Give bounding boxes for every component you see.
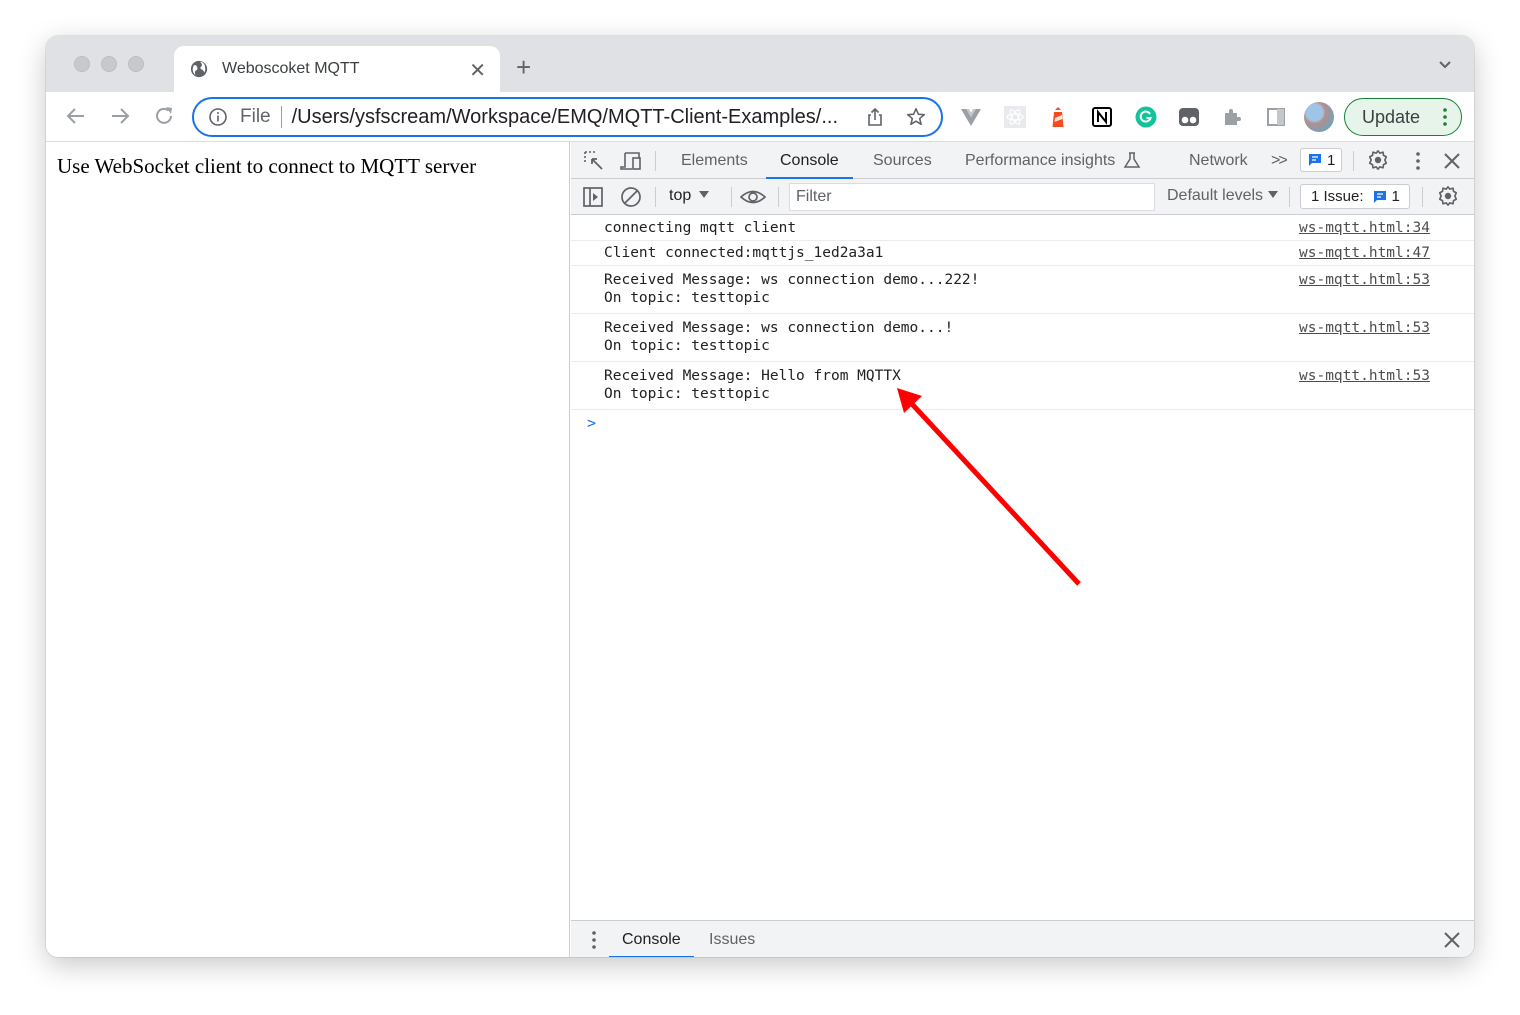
more-vertical-icon[interactable] <box>1443 108 1447 126</box>
clear-console-icon[interactable] <box>620 186 642 208</box>
issues-label: 1 Issue: <box>1311 188 1364 205</box>
console-message: Received Message: ws connection demo...2… <box>571 266 1474 314</box>
issues-button[interactable]: 1 Issue: 1 <box>1300 184 1410 209</box>
drawer-tab-issues[interactable]: Issues <box>709 921 755 957</box>
source-link[interactable]: ws-mqtt.html:53 <box>1299 319 1430 337</box>
settings-gear-icon[interactable] <box>1367 149 1389 171</box>
log-levels-dropdown[interactable]: Default levels <box>1167 187 1279 205</box>
lighthouse-icon[interactable] <box>1047 106 1069 128</box>
message-icon <box>1373 190 1386 203</box>
url-text[interactable]: /Users/ysfscream/Workspace/EMQ/MQTT-Clie… <box>292 106 838 129</box>
filter-placeholder: Filter <box>796 188 832 205</box>
divider <box>655 187 656 207</box>
live-expression-eye-icon[interactable] <box>740 186 766 208</box>
divider <box>655 151 656 171</box>
context-label: top <box>669 187 692 204</box>
console-message: connecting mqtt client ws-mqtt.html:34 <box>571 216 1474 241</box>
log-levels-label: Default levels <box>1167 187 1264 204</box>
message-icon <box>1309 154 1321 166</box>
drawer-bar: Console Issues <box>571 920 1474 957</box>
source-link[interactable]: ws-mqtt.html:53 <box>1299 367 1430 385</box>
browser-tab[interactable]: Weboscoket MQTT ✕ <box>174 46 500 92</box>
dropdown-caret-icon <box>699 191 710 198</box>
profile-avatar[interactable] <box>1304 102 1334 132</box>
device-toolbar-icon[interactable] <box>620 150 642 172</box>
divider <box>778 187 779 207</box>
console-message-text: On topic: testtopic <box>604 338 770 354</box>
divider <box>731 187 732 207</box>
divider <box>1289 187 1290 207</box>
context-selector[interactable]: top <box>669 187 710 205</box>
update-button[interactable]: Update <box>1344 98 1462 136</box>
react-devtools-icon[interactable] <box>1004 106 1026 128</box>
forward-arrow-icon[interactable] <box>108 104 132 128</box>
console-message: Received Message: ws connection demo...!… <box>571 314 1474 362</box>
devtools-tab-bar: Elements Console Sources Performance ins… <box>571 142 1474 179</box>
divider <box>280 106 282 128</box>
dropdown-caret-icon <box>1268 191 1279 198</box>
divider <box>1353 151 1354 171</box>
issues-count: 1 <box>1391 188 1400 205</box>
console-message: Client connected:mqttjs_1ed2a3a1 ws-mqtt.… <box>571 241 1474 266</box>
side-panel-icon[interactable] <box>1265 106 1287 128</box>
inspect-element-icon[interactable] <box>583 150 605 172</box>
drawer-tab-console[interactable]: Console <box>609 921 694 957</box>
globe-icon <box>190 60 208 78</box>
console-toolbar: top Filter Default levels 1 Issue: 1 <box>571 179 1474 215</box>
vue-devtools-icon[interactable] <box>960 106 982 128</box>
reload-icon[interactable] <box>152 104 176 128</box>
page-heading: Use WebSocket client to connect to MQTT … <box>57 154 477 178</box>
new-tab-button[interactable]: + <box>516 54 531 80</box>
grammarly-icon[interactable] <box>1135 106 1157 128</box>
console-prompt[interactable]: > <box>587 414 1474 432</box>
tab-performance-insights[interactable]: Performance insights <box>965 142 1115 179</box>
source-link[interactable]: ws-mqtt.html:34 <box>1299 219 1430 237</box>
more-options-icon[interactable] <box>1407 150 1429 172</box>
browser-window: Weboscoket MQTT ✕ + File /Users/ysfscrea… <box>46 36 1474 957</box>
close-devtools-icon[interactable] <box>1441 150 1463 172</box>
experiment-flask-icon <box>1123 152 1141 168</box>
sidebar-toggle-icon[interactable] <box>582 186 604 208</box>
address-bar[interactable]: File /Users/ysfscream/Workspace/EMQ/MQTT… <box>192 97 943 137</box>
notion-icon[interactable] <box>1091 106 1113 128</box>
source-link[interactable]: ws-mqtt.html:53 <box>1299 271 1430 289</box>
console-message-text: On topic: testtopic <box>604 386 770 402</box>
close-tab-icon[interactable]: ✕ <box>469 58 486 83</box>
divider <box>1422 187 1423 207</box>
more-tabs-button[interactable]: >> <box>1271 142 1288 179</box>
tab-strip: Weboscoket MQTT ✕ + <box>46 36 1474 92</box>
tab-console[interactable]: Console <box>766 142 853 179</box>
update-label: Update <box>1362 106 1421 127</box>
filter-input[interactable]: Filter <box>789 183 1155 211</box>
browser-toolbar: File /Users/ysfscream/Workspace/EMQ/MQTT… <box>46 92 1474 142</box>
scheme-label: File <box>240 106 271 127</box>
zoom-window-button[interactable] <box>128 56 144 72</box>
drawer-menu-icon[interactable] <box>583 929 605 951</box>
tab-sources[interactable]: Sources <box>873 142 932 179</box>
back-arrow-icon[interactable] <box>64 104 88 128</box>
close-drawer-icon[interactable] <box>1441 929 1463 951</box>
tab-elements[interactable]: Elements <box>681 142 748 179</box>
messages-count: 1 <box>1327 151 1336 169</box>
close-window-button[interactable] <box>74 56 90 72</box>
minimize-window-button[interactable] <box>101 56 117 72</box>
console-log: connecting mqtt client ws-mqtt.html:34 Cli… <box>571 216 1474 432</box>
bookmark-star-icon[interactable] <box>905 106 927 128</box>
chevron-down-icon[interactable] <box>1438 58 1452 72</box>
page-viewport: Use WebSocket client to connect to MQTT … <box>46 142 570 957</box>
devtools-panel: Elements Console Sources Performance ins… <box>571 142 1474 957</box>
console-settings-gear-icon[interactable] <box>1437 185 1459 207</box>
tab-network[interactable]: Network <box>1189 142 1248 179</box>
console-message: Received Message: Hello from MQTTX On top… <box>571 362 1474 410</box>
source-link[interactable]: ws-mqtt.html:47 <box>1299 244 1430 262</box>
messages-badge[interactable]: 1 <box>1300 148 1342 172</box>
tab-title: Weboscoket MQTT <box>222 60 360 77</box>
info-icon[interactable] <box>208 107 228 127</box>
console-message-text: On topic: testtopic <box>604 290 770 306</box>
tampermonkey-icon[interactable] <box>1178 106 1200 128</box>
puzzle-extensions-icon[interactable] <box>1222 106 1244 128</box>
share-icon[interactable] <box>865 107 885 127</box>
